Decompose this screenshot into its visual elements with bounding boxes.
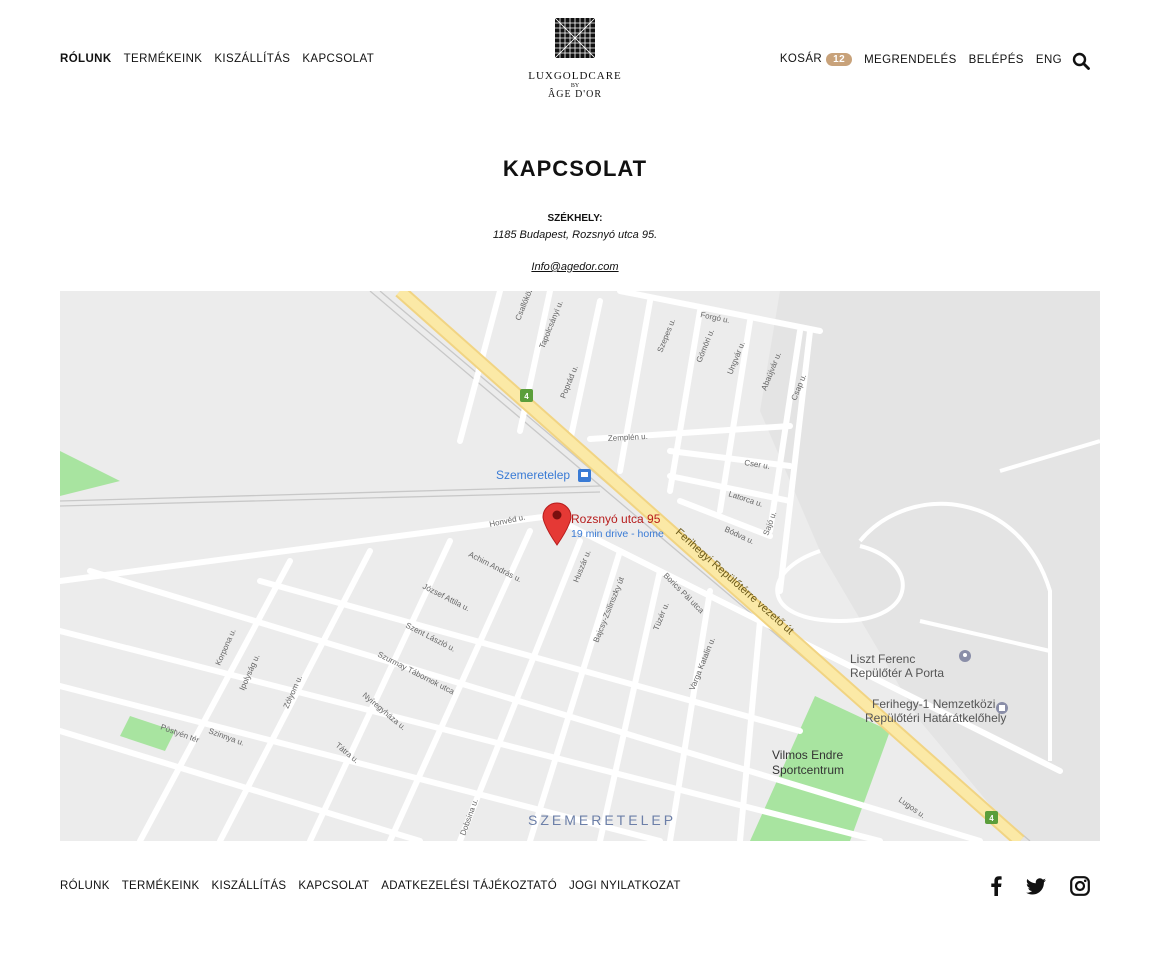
footer-link-privacy[interactable]: ADATKEZELÉSI TÁJÉKOZTATÓ xyxy=(381,880,557,892)
language-switch[interactable]: ENG xyxy=(1036,54,1062,66)
place-label: Sportcentrum xyxy=(772,763,844,777)
hq-address: 1185 Budapest, Rozsnyó utca 95. xyxy=(492,229,658,241)
nav-kiszallitas[interactable]: KISZÁLLÍTÁS xyxy=(214,53,290,65)
hq-label: SZÉKHELY: xyxy=(547,213,603,224)
landmark-icon xyxy=(996,702,1008,714)
route-shield: 4 xyxy=(985,811,998,824)
brand-logo[interactable]: LUXGOLDCARE BY ÂGE D'OR xyxy=(525,18,625,100)
facebook-icon[interactable] xyxy=(990,876,1002,896)
logo-mark-icon xyxy=(555,18,595,58)
login-link[interactable]: BELÉPÉS xyxy=(969,54,1024,66)
nav-kapcsolat[interactable]: KAPCSOLAT xyxy=(302,53,374,65)
logo-name: LUXGOLDCARE xyxy=(528,70,622,82)
footer-link-legal[interactable]: JOGI NYILATKOZAT xyxy=(569,880,681,892)
twitter-icon[interactable] xyxy=(1026,877,1046,895)
instagram-icon[interactable] xyxy=(1070,876,1090,896)
map-embed[interactable]: 4 4 Ferihegyi Repülőtérre vezető út Szem… xyxy=(60,291,1100,841)
social-links xyxy=(990,876,1090,896)
cart-count-badge: 12 xyxy=(826,53,853,66)
place-label: Vilmos Endre xyxy=(772,748,843,762)
main-nav-right: KOSÁR 12 MEGRENDELÉS BELÉPÉS ENG xyxy=(780,53,1062,66)
place-label: Repülőtér A Porta xyxy=(850,666,944,680)
nav-termekeink[interactable]: TERMÉKEINK xyxy=(124,53,203,65)
main-nav-left: RÓLUNK TERMÉKEINK KISZÁLLÍTÁS KAPCSOLAT xyxy=(60,53,374,65)
footer-link-kiszallitas[interactable]: KISZÁLLÍTÁS xyxy=(212,880,287,892)
place-label: Repülőtéri Határátkelőhely xyxy=(865,711,1006,725)
route-shield: 4 xyxy=(520,389,533,402)
order-link[interactable]: MEGRENDELÉS xyxy=(864,54,957,66)
district-label: SZEMERETELEP xyxy=(528,812,676,828)
marker-subtitle: 19 min drive - home xyxy=(571,528,664,540)
nav-rolunk[interactable]: RÓLUNK xyxy=(60,53,112,65)
logo-brand: ÂGE D'OR xyxy=(548,89,602,100)
email-link[interactable]: Info@agedor.com xyxy=(531,261,618,273)
footer-link-rolunk[interactable]: RÓLUNK xyxy=(60,880,110,892)
pin-icon xyxy=(959,650,971,662)
footer-link-kapcsolat[interactable]: KAPCSOLAT xyxy=(298,880,369,892)
footer-nav: RÓLUNK TERMÉKEINK KISZÁLLÍTÁS KAPCSOLAT … xyxy=(60,880,681,892)
footer-link-termekeink[interactable]: TERMÉKEINK xyxy=(122,880,200,892)
page-title: KAPCSOLAT xyxy=(502,156,648,181)
station-label: Szemeretelep xyxy=(496,468,570,482)
place-label: Liszt Ferenc xyxy=(850,652,915,666)
svg-text:4: 4 xyxy=(989,814,994,823)
search-icon[interactable] xyxy=(1072,52,1090,70)
place-label: Ferihegy-1 Nemzetközi xyxy=(872,697,995,711)
cart-label: KOSÁR xyxy=(779,53,823,65)
cart-link[interactable]: KOSÁR 12 xyxy=(779,53,853,66)
marker-title: Rozsnyó utca 95 xyxy=(571,512,661,526)
svg-text:4: 4 xyxy=(524,392,529,401)
email-line: Info@agedor.com xyxy=(0,261,1150,273)
train-station-icon xyxy=(578,469,591,482)
